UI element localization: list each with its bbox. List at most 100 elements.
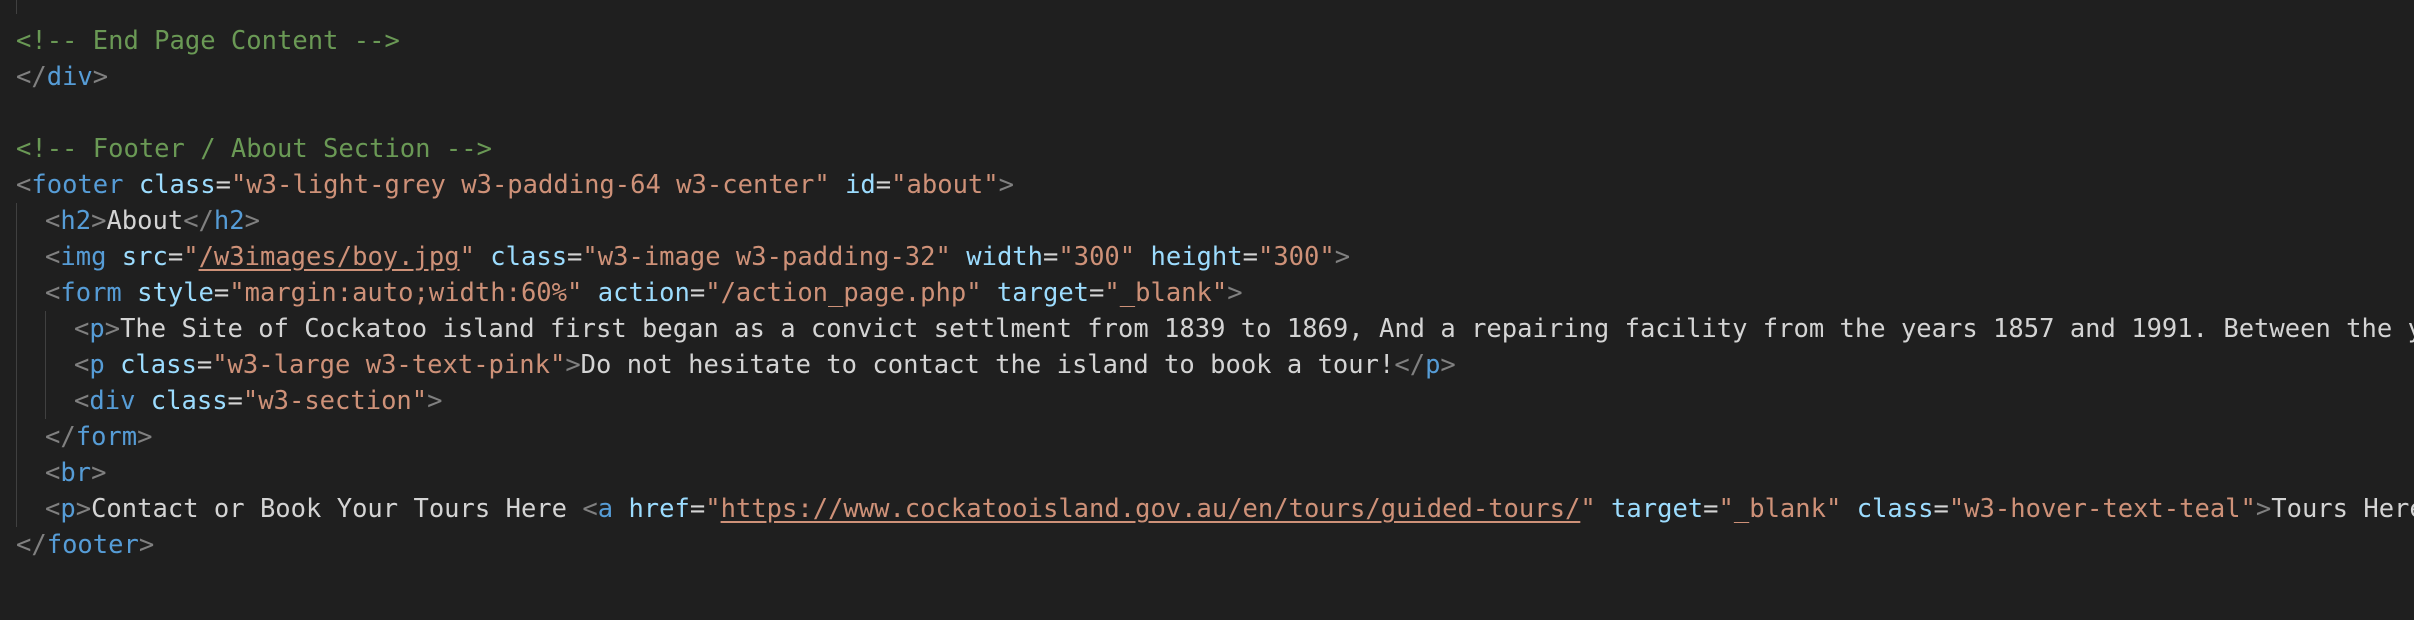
code-line[interactable]: <footer class="w3-light-grey w3-padding-…	[0, 167, 2414, 203]
code-token: </	[1394, 350, 1426, 380]
code-token: <	[582, 494, 598, 524]
code-line[interactable]: <img src="/w3images/boy.jpg" class="w3-i…	[0, 239, 2414, 275]
code-token: "	[1580, 494, 1596, 524]
code-editor[interactable]: <!-- End Page Content --> </div> <!-- Foot…	[0, 0, 2414, 620]
code-token: "w3-hover-text-teal"	[1948, 494, 2256, 524]
code-token: width	[966, 242, 1043, 272]
code-line[interactable]: <br>	[0, 455, 2414, 491]
code-token: a	[597, 494, 614, 524]
code-token: >	[1227, 278, 1243, 308]
code-token: >	[565, 350, 581, 380]
code-token: class	[1856, 494, 1934, 524]
code-line[interactable]: </form>	[0, 419, 2414, 455]
code-token: "w3-image w3-padding-32"	[582, 242, 951, 272]
code-token: >	[91, 206, 107, 236]
code-line[interactable]: <div class="w3-section">	[0, 383, 2414, 419]
code-token: href	[628, 494, 690, 524]
code-line[interactable]: <form style="margin:auto;width:60%" acti…	[0, 275, 2414, 311]
code-token: footer	[46, 530, 139, 560]
code-line[interactable]: </div>	[0, 59, 2414, 95]
code-token: =	[567, 242, 583, 272]
code-token: "w3-large w3-text-pink"	[212, 350, 566, 380]
code-token: class	[150, 386, 228, 416]
code-token: src	[121, 242, 168, 272]
code-token: p	[1425, 350, 1441, 380]
code-token: "w3-light-grey w3-padding-64 w3-center"	[230, 170, 830, 200]
code-token: =	[1043, 242, 1059, 272]
code-line[interactable]: <p>The Site of Cockatoo island first beg…	[0, 311, 2414, 347]
code-token: p	[60, 494, 76, 524]
code-token: <!-- Footer / About Section -->	[16, 134, 492, 164]
code-token: Contact or Book Your Tours Here	[91, 494, 583, 524]
code-line[interactable]: <h2>About</h2>	[0, 203, 2414, 239]
code-token: class	[138, 170, 216, 200]
code-token: <	[45, 458, 61, 488]
code-line[interactable]: <p>Contact or Book Your Tours Here <a hr…	[0, 491, 2414, 527]
code-token: img	[60, 242, 107, 272]
code-token: >	[137, 422, 153, 452]
code-token: =	[227, 386, 243, 416]
code-line[interactable]	[0, 563, 2414, 599]
code-token: "	[705, 494, 721, 524]
code-token: class	[490, 242, 568, 272]
code-token: The Site of Cockatoo island first began …	[120, 314, 2414, 344]
code-line[interactable]: <p class="w3-large w3-text-pink">Do not …	[0, 347, 2414, 383]
code-token: action	[597, 278, 690, 308]
code-token: "_blank"	[1718, 494, 1842, 524]
code-token: >	[104, 314, 121, 344]
code-token: =	[213, 278, 230, 308]
code-token: =	[196, 350, 213, 380]
code-token: class	[120, 350, 197, 380]
code-token: <	[74, 386, 90, 416]
code-token: =	[167, 242, 184, 272]
code-token: >	[244, 206, 260, 236]
code-token: Do not hesitate to contact the island to…	[580, 350, 1395, 380]
code-token: form	[75, 422, 138, 452]
code-line[interactable]: <!-- End Page Content -->	[0, 23, 2414, 59]
code-token: About	[106, 206, 184, 236]
code-line[interactable]	[0, 95, 2414, 131]
code-token: =	[215, 170, 231, 200]
code-token: =	[1242, 242, 1258, 272]
code-token: https://www.cockatooisland.gov.au/en/tou…	[720, 494, 1581, 524]
code-token: >	[1440, 350, 1456, 380]
code-token: "	[459, 242, 475, 272]
code-token: div	[46, 62, 93, 92]
code-token: style	[137, 278, 214, 308]
code-token: "w3-section"	[242, 386, 428, 416]
code-token: <	[16, 170, 32, 200]
code-token: form	[60, 278, 122, 308]
code-token: "_blank"	[1104, 278, 1228, 308]
code-token: >	[75, 494, 92, 524]
code-token: </	[16, 530, 47, 560]
code-token: >	[2255, 494, 2272, 524]
code-token: p	[89, 350, 105, 380]
code-token: <	[45, 494, 61, 524]
code-token: =	[1089, 278, 1105, 308]
code-token: h2	[213, 206, 245, 236]
code-token: <	[45, 278, 61, 308]
code-token: </	[183, 206, 214, 236]
code-token: target	[1611, 494, 1704, 524]
code-line[interactable]	[0, 0, 2414, 23]
code-token: div	[89, 386, 136, 416]
code-token: >	[427, 386, 443, 416]
code-token: <	[74, 314, 90, 344]
code-line[interactable]: </footer>	[0, 527, 2414, 563]
code-token: >	[1334, 242, 1351, 272]
code-token: "about"	[891, 170, 999, 200]
code-token: h2	[60, 206, 92, 236]
code-token: >	[92, 62, 109, 92]
code-line[interactable]: <!-- Footer / About Section -->	[0, 131, 2414, 167]
code-token: "/action_page.php"	[705, 278, 982, 308]
code-token: br	[60, 458, 92, 488]
